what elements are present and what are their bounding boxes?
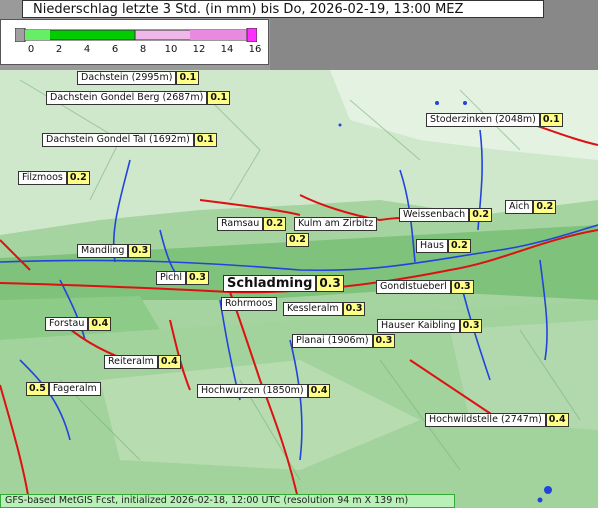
station-label: 0.5 Fageralm [26, 382, 101, 396]
station-label: Pichl 0.3 [156, 271, 209, 285]
station-label: Rohrmoos [221, 297, 277, 311]
station-value: 0.1 [176, 71, 200, 85]
station-name: Mandling [77, 244, 129, 258]
station-name: Planai (1906m) [292, 334, 373, 348]
station-label: Hochwildstelle (2747m) 0.4 [425, 413, 569, 427]
station-value: 0.1 [207, 91, 231, 105]
station-label: Kulm am Zirbitz 0.2 [286, 217, 378, 247]
station-label: Ramsau 0.2 [217, 217, 287, 231]
station-value: 0.3 [186, 271, 209, 285]
map-title: Niederschlag letzte 3 Std. (in mm) bis D… [22, 0, 544, 18]
station-label: Haus 0.2 [416, 239, 471, 253]
station-label: Hochwurzen (1850m) 0.4 [197, 384, 331, 398]
station-name: Dachstein Gondel Berg (2687m) [46, 91, 208, 105]
station-label: Kessleralm 0.3 [283, 302, 366, 316]
station-value: 0.1 [539, 113, 563, 127]
station-label: Hauser Kaibling 0.3 [377, 319, 483, 333]
station-value: 0.4 [307, 384, 331, 398]
station-name: Aich [505, 200, 534, 214]
station-label: Aich 0.2 [505, 200, 557, 214]
station-name: Filzmoos [18, 171, 67, 185]
station-name: Hauser Kaibling [377, 319, 460, 333]
station-value: 0.3 [128, 244, 152, 258]
station-name: Hochwurzen (1850m) [197, 384, 308, 398]
station-name: Gondlstueberl [376, 280, 451, 294]
station-label: Dachstein Gondel Tal (1692m) 0.1 [42, 133, 217, 147]
station-value: 0.2 [286, 233, 309, 247]
station-name: Dachstein Gondel Tal (1692m) [42, 133, 194, 147]
precipitation-legend: 0 2 4 6 8 10 12 14 16 [0, 19, 269, 65]
station-value: 0.5 [26, 382, 49, 396]
station-name: Ramsau [217, 217, 264, 231]
station-name: Dachstein (2995m) [77, 71, 177, 85]
station-label: Stoderzinken (2048m) 0.1 [426, 113, 563, 127]
station-name: Hochwildstelle (2747m) [425, 413, 546, 427]
legend-tick: 6 [111, 44, 119, 55]
forecast-footer: GFS-based MetGIS Fcst, initialized 2026-… [0, 494, 455, 508]
station-value: 0.3 [372, 334, 396, 348]
legend-tick: 0 [27, 44, 35, 55]
legend-tick: 8 [139, 44, 147, 55]
station-name: Schladming [223, 275, 317, 292]
legend-tick: 16 [248, 44, 262, 55]
legend-tick: 12 [192, 44, 206, 55]
station-name: Stoderzinken (2048m) [426, 113, 540, 127]
station-value: 0.2 [533, 200, 557, 214]
station-value: 0.3 [342, 302, 366, 316]
station-label: Filzmoos 0.2 [18, 171, 90, 185]
station-name: Pichl [156, 271, 187, 285]
station-label: Dachstein (2995m) 0.1 [77, 71, 200, 85]
station-name: Fageralm [48, 382, 101, 396]
station-value: 0.4 [88, 317, 112, 331]
station-label: Reiteralm 0.4 [104, 355, 181, 369]
station-label: Schladming 0.3 [223, 275, 344, 292]
legend-tick: 10 [164, 44, 178, 55]
station-value: 0.2 [66, 171, 90, 185]
station-value: 0.2 [469, 208, 493, 222]
station-name: Weissenbach [399, 208, 470, 222]
station-label: Gondlstueberl 0.3 [376, 280, 474, 294]
station-name: Forstau [45, 317, 89, 331]
station-value: 0.3 [459, 319, 483, 333]
station-value: 0.4 [545, 413, 569, 427]
station-label: Weissenbach 0.2 [399, 208, 493, 222]
legend-tick: 4 [83, 44, 91, 55]
station-label: Planai (1906m) 0.3 [292, 334, 396, 348]
legend-tick: 14 [220, 44, 234, 55]
station-value: 0.1 [193, 133, 217, 147]
station-value: 0.3 [450, 280, 474, 294]
station-label: Dachstein Gondel Berg (2687m) 0.1 [46, 91, 231, 105]
station-name: Rohrmoos [221, 297, 277, 311]
station-name: Kulm am Zirbitz [294, 217, 378, 231]
station-value: 0.3 [316, 275, 344, 292]
station-value: 0.2 [263, 217, 287, 231]
station-value: 0.2 [447, 239, 471, 253]
station-label: Mandling 0.3 [77, 244, 152, 258]
legend-color-bar [15, 28, 257, 42]
station-name: Haus [416, 239, 448, 253]
legend-tick: 2 [55, 44, 63, 55]
station-label: Forstau 0.4 [45, 317, 112, 331]
station-name: Reiteralm [104, 355, 158, 369]
station-name: Kessleralm [283, 302, 343, 316]
station-value: 0.4 [157, 355, 181, 369]
